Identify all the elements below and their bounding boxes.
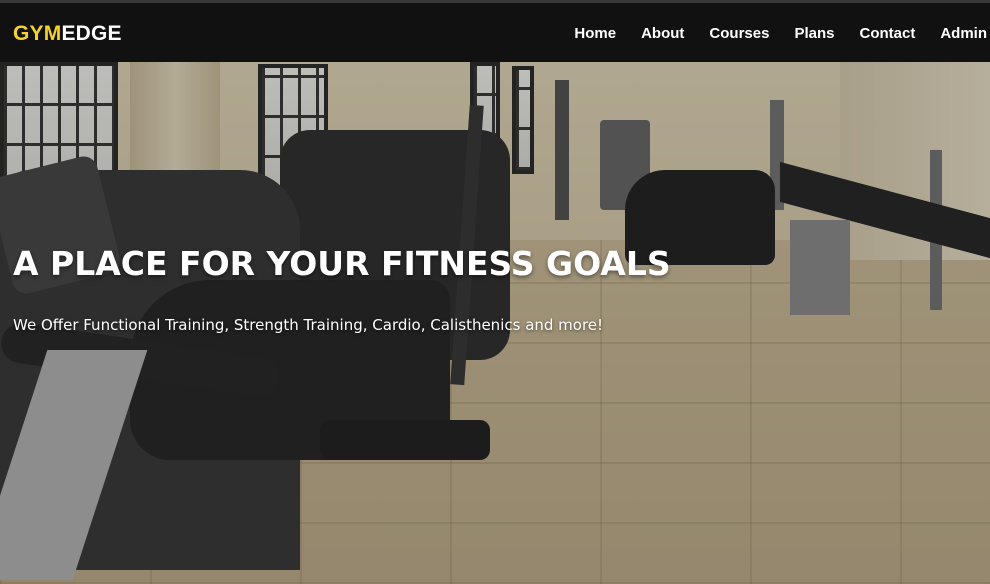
brand-logo-secondary: EDGE [61,22,122,45]
hero-subtitle: We Offer Functional Training, Strength T… [13,316,604,334]
navbar: GYMEDGE Home About Courses Plans Contact… [0,0,990,62]
nav-link-home[interactable]: Home [562,25,629,42]
nav-link-courses[interactable]: Courses [697,25,782,42]
hero-background-image [0,0,990,584]
brand-logo-primary: GYM [13,22,62,45]
page: GYMEDGE Home About Courses Plans Contact… [0,0,990,584]
nav-link-contact[interactable]: Contact [847,25,928,42]
main-nav: Home About Courses Plans Contact Admin [562,25,990,42]
hero-title: A PLACE FOR YOUR FITNESS GOALS [13,244,671,283]
nav-link-admin[interactable]: Admin [928,25,990,42]
brand-logo[interactable]: GYMEDGE [13,22,122,46]
nav-link-plans[interactable]: Plans [782,25,847,42]
nav-link-about[interactable]: About [629,25,697,42]
hero-overlay [0,0,990,584]
